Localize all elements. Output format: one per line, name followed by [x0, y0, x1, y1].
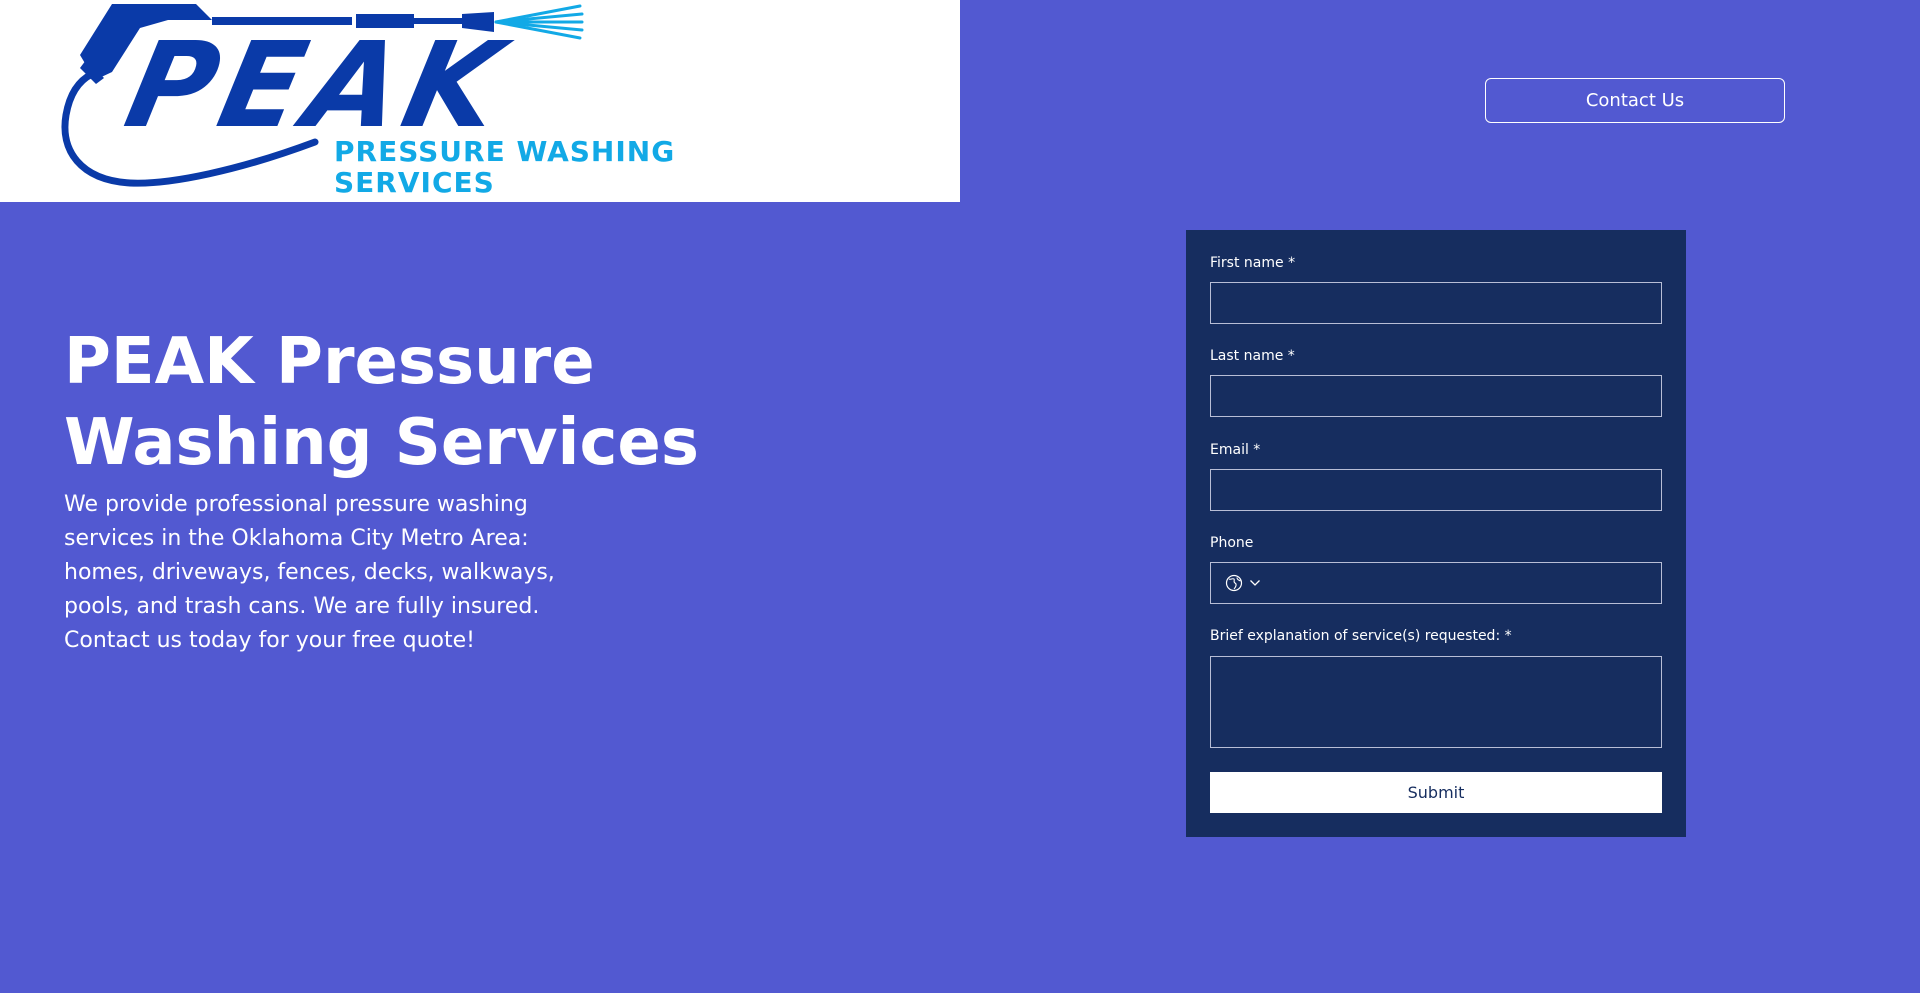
last-name-input[interactable] [1210, 375, 1662, 417]
logo-wordmark: PEAK [115, 16, 519, 154]
hero-description: We provide professional pressure washing… [64, 492, 555, 653]
service-description-label: Brief explanation of service(s) requeste… [1210, 628, 1512, 644]
logo[interactable]: PEAK PRESSURE WASHING SERVICES [0, 0, 960, 202]
service-description-input[interactable] [1210, 656, 1662, 748]
submit-button[interactable]: Submit [1210, 772, 1662, 813]
page-title: PEAK Pressure Washing Services [64, 325, 699, 480]
first-name-label: First name * [1210, 255, 1296, 271]
email-label: Email * [1210, 442, 1261, 458]
phone-field [1210, 562, 1663, 605]
phone-label: Phone [1210, 535, 1254, 551]
phone-input[interactable] [1273, 563, 1663, 605]
globe-icon [1225, 574, 1243, 592]
chevron-down-icon [1250, 580, 1260, 586]
logo-subtitle-line-2: SERVICES [334, 166, 495, 199]
country-code-selector[interactable] [1225, 573, 1265, 593]
email-input[interactable] [1210, 469, 1662, 511]
first-name-input[interactable] [1210, 282, 1662, 324]
logo-subtitle-line-1: PRESSURE WASHING [334, 135, 676, 168]
quote-form: First name * Last name * Email * Phone B… [1186, 230, 1686, 837]
logo-subtitle: PRESSURE WASHING SERVICES [334, 136, 675, 198]
last-name-label: Last name * [1210, 348, 1295, 364]
contact-us-button[interactable]: Contact Us [1485, 78, 1785, 123]
